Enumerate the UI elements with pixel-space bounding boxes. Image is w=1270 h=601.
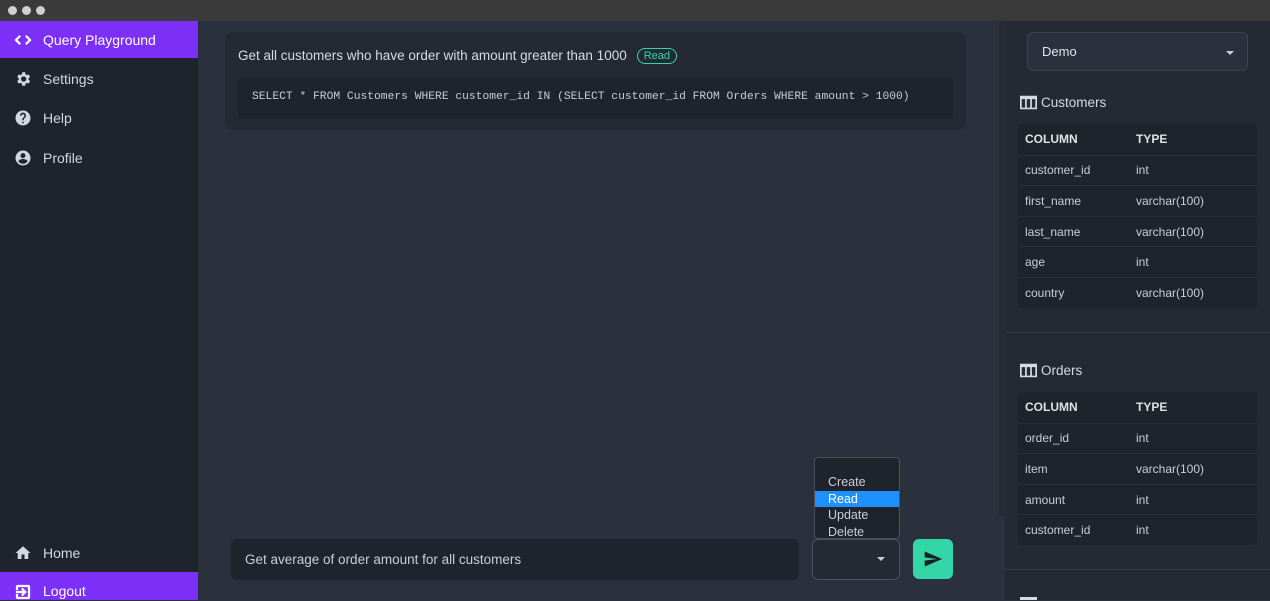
query-history-card: Get all customers who have order with am… [225, 32, 966, 130]
dropdown-option-delete[interactable]: Delete [815, 524, 899, 541]
table-name: Customers [1041, 94, 1107, 110]
table-icon [1020, 95, 1037, 109]
table-name: Orders [1041, 362, 1083, 378]
column-name: customer_id [1025, 163, 1091, 178]
panel-divider [1005, 332, 1270, 333]
schema-row: customer_id int [1018, 154, 1257, 186]
nav-label: Settings [43, 70, 94, 87]
operation-dropdown-menu: Create Read Update Delete [814, 457, 900, 539]
sidebar: Query Playground Settings Help Profile H… [0, 21, 198, 600]
schema-row: last_name varchar(100) [1018, 215, 1257, 247]
nav-profile[interactable]: Profile [0, 139, 198, 176]
schema-table-orders: COLUMN TYPE order_id int item varchar(10… [1018, 392, 1257, 545]
schema-header-row: COLUMN TYPE [1018, 124, 1257, 155]
column-header: COLUMN [1025, 132, 1078, 147]
close-window-button[interactable] [8, 6, 17, 15]
column-type: int [1136, 163, 1149, 178]
logout-icon [14, 583, 32, 601]
nav-settings[interactable]: Settings [0, 60, 198, 97]
column-type: varchar(100) [1136, 285, 1205, 300]
send-button[interactable] [913, 539, 953, 579]
column-type: varchar(100) [1136, 193, 1205, 208]
nav-label: Query Playground [43, 31, 156, 48]
table-title-customers: Customers [1020, 93, 1106, 111]
chevron-down-icon [877, 557, 885, 561]
schema-row: age int [1018, 246, 1257, 277]
column-name: country [1025, 285, 1065, 300]
schema-row: customer_id int [1018, 514, 1257, 545]
dropdown-option-create[interactable]: Create [815, 474, 899, 491]
query-input[interactable]: Get average of order amount for all cust… [231, 539, 799, 580]
schema-panel: Demo Customers COLUMN TYPE customer_id i… [1005, 21, 1270, 600]
window-titlebar [0, 0, 1270, 21]
help-icon [14, 109, 32, 127]
type-header: TYPE [1136, 132, 1168, 147]
column-type: int [1136, 431, 1149, 446]
panel-divider [1005, 569, 1270, 570]
column-name: item [1025, 461, 1048, 476]
column-type: varchar(100) [1136, 461, 1205, 476]
query-workspace: Get all customers who have order with am… [198, 21, 1005, 600]
table-title-orders: Orders [1020, 361, 1082, 379]
operation-select[interactable] [812, 539, 900, 580]
dropdown-option-read[interactable]: Read [815, 490, 899, 507]
type-header: TYPE [1136, 400, 1168, 415]
nav-label: Help [43, 109, 72, 126]
home-icon [14, 544, 32, 562]
column-name: last_name [1025, 224, 1081, 239]
code-icon [14, 31, 32, 49]
chevron-down-icon [1226, 51, 1234, 55]
database-select[interactable]: Demo [1027, 32, 1248, 71]
column-name: age [1025, 255, 1046, 270]
database-select-value: Demo [1042, 44, 1077, 59]
question-text: Get all customers who have order with am… [238, 48, 627, 63]
nav-home[interactable]: Home [0, 534, 198, 571]
dropdown-option-update[interactable]: Update [815, 507, 899, 524]
gear-icon [14, 70, 32, 88]
nav-label: Home [43, 544, 81, 561]
maximize-window-button[interactable] [36, 6, 45, 15]
column-type: int [1136, 523, 1149, 538]
schema-row: first_name varchar(100) [1018, 185, 1257, 216]
column-name: first_name [1025, 193, 1082, 208]
minimize-window-button[interactable] [22, 6, 31, 15]
app: Query Playground Settings Help Profile H… [0, 21, 1270, 600]
query-question: Get all customers who have order with am… [238, 48, 678, 64]
sql-output: SELECT * FROM Customers WHERE customer_i… [238, 78, 953, 119]
nav-logout[interactable]: Logout [0, 572, 198, 600]
send-icon [924, 551, 943, 567]
column-name: order_id [1025, 431, 1070, 446]
table-icon [1020, 363, 1037, 377]
column-type: varchar(100) [1136, 224, 1205, 239]
schema-header-row: COLUMN TYPE [1018, 392, 1257, 423]
nav-query-playground[interactable]: Query Playground [0, 21, 198, 58]
column-type: int [1136, 492, 1149, 507]
query-input-value: Get average of order amount for all cust… [245, 552, 522, 567]
column-name: customer_id [1025, 523, 1091, 538]
schema-row: order_id int [1018, 422, 1257, 454]
column-header: COLUMN [1025, 400, 1078, 415]
schema-table-customers: COLUMN TYPE customer_id int first_name v… [1018, 124, 1257, 308]
nav-label: Profile [43, 149, 83, 166]
column-name: amount [1025, 492, 1066, 507]
schema-row: country varchar(100) [1018, 276, 1257, 308]
operation-badge: Read [636, 48, 678, 64]
nav-label: Logout [43, 583, 86, 599]
column-type: int [1136, 255, 1149, 270]
nav-help[interactable]: Help [0, 99, 198, 136]
schema-row: amount int [1018, 483, 1257, 515]
profile-icon [14, 149, 32, 167]
schema-row: item varchar(100) [1018, 453, 1257, 484]
